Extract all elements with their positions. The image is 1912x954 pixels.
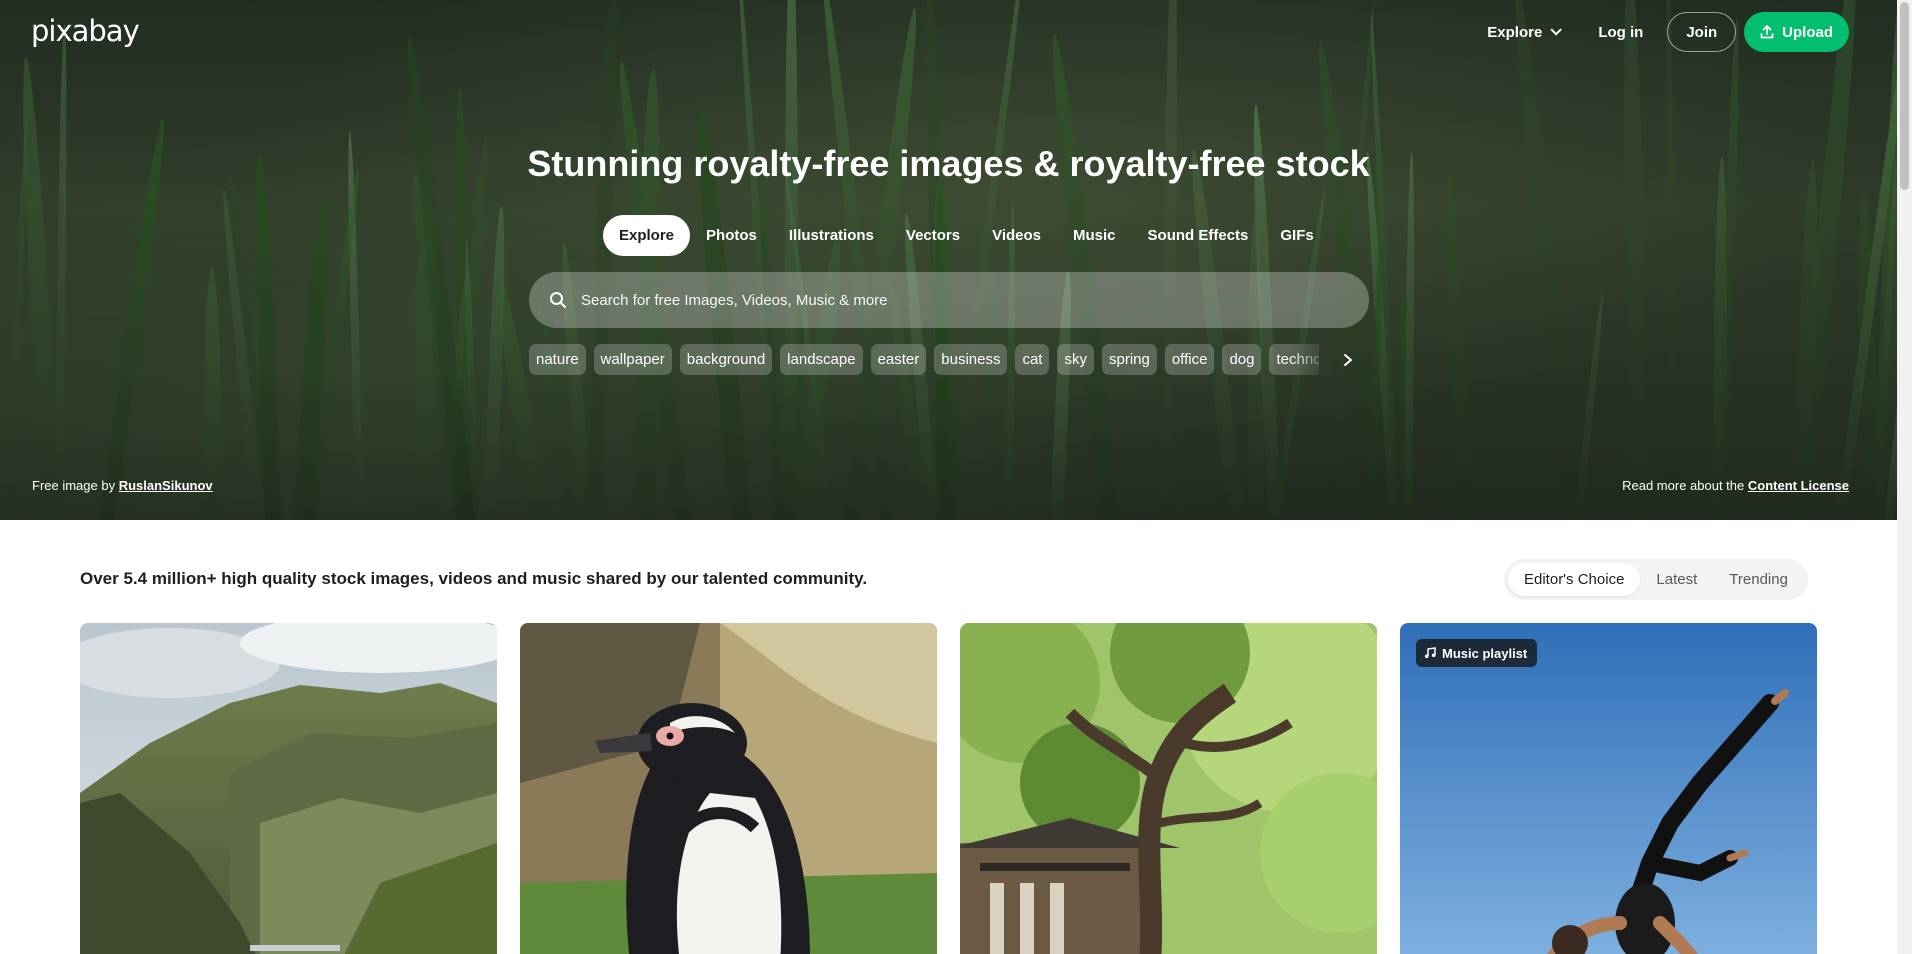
tab-videos[interactable]: Videos [976, 215, 1057, 256]
tab-gifs[interactable]: GIFs [1264, 215, 1329, 256]
sort-selector: Editor's Choice Latest Trending [1504, 559, 1808, 600]
login-link[interactable]: Log in [1582, 12, 1659, 52]
tags-fade [1290, 344, 1330, 375]
chevron-down-icon [1550, 24, 1563, 36]
tag-chip[interactable]: office [1164, 344, 1215, 375]
pixabay-logo[interactable]: pixabay [31, 14, 140, 48]
image-card-tree[interactable] [960, 623, 1377, 954]
scrollbar-thumb[interactable] [1900, 2, 1909, 190]
sort-latest[interactable]: Latest [1640, 563, 1713, 596]
music-note-icon [1424, 647, 1436, 659]
tag-chip[interactable]: landscape [780, 344, 863, 375]
yoga-photo [1400, 623, 1817, 954]
sort-editors-choice[interactable]: Editor's Choice [1508, 563, 1641, 596]
search-icon [549, 291, 567, 309]
search-bar[interactable] [529, 272, 1369, 328]
image-card-yoga[interactable]: Music playlist [1400, 623, 1817, 954]
tab-music[interactable]: Music [1057, 215, 1132, 256]
image-grid: Music playlist [80, 623, 1817, 954]
tag-chip[interactable]: business [934, 344, 1008, 375]
credit-prefix: Free image by [32, 478, 116, 493]
join-button[interactable]: Join [1667, 12, 1737, 52]
mountain-photo [80, 623, 497, 954]
tab-explore[interactable]: Explore [603, 215, 691, 256]
search-input[interactable] [581, 291, 1341, 309]
hero-banner: pixabay Explore Log in Join Upload Stunn… [0, 0, 1897, 520]
tab-vectors[interactable]: Vectors [890, 215, 976, 256]
tab-illustrations[interactable]: Illustrations [773, 215, 890, 256]
tag-chip[interactable]: sky [1057, 344, 1094, 375]
penguin-photo [520, 623, 937, 954]
tree-temple-photo [960, 623, 1377, 954]
license-note: Read more about the Content License [1622, 478, 1849, 493]
content-license-link[interactable]: Content License [1748, 478, 1849, 493]
credit-author-link[interactable]: RuslanSikunov [119, 478, 213, 493]
tag-chip[interactable]: dog [1222, 344, 1262, 375]
tag-chip[interactable]: spring [1101, 344, 1157, 375]
tag-chip[interactable]: cat [1015, 344, 1050, 375]
chevron-right-icon [1344, 354, 1352, 366]
suggested-tags: nature wallpaper background landscape ea… [529, 344, 1319, 375]
tab-sound-effects[interactable]: Sound Effects [1132, 215, 1265, 256]
media-type-tabs: Explore Photos Illustrations Vectors Vid… [603, 215, 1330, 256]
tab-photos[interactable]: Photos [690, 215, 773, 256]
tag-chip[interactable]: easter [870, 344, 927, 375]
hero-overlay [0, 0, 1897, 520]
image-credit: Free image by RuslanSikunov [32, 478, 213, 493]
music-playlist-label: Music playlist [1442, 645, 1528, 661]
tag-chip[interactable]: background [679, 344, 773, 375]
community-tagline: Over 5.4 million+ high quality stock ima… [80, 569, 868, 588]
upload-icon [1760, 25, 1774, 39]
upload-label: Upload [1782, 23, 1833, 41]
tag-chip[interactable]: nature [529, 344, 586, 375]
top-navigation: Explore Log in Join Upload [1471, 12, 1849, 52]
license-prefix: Read more about the [1622, 478, 1745, 493]
explore-menu-button[interactable]: Explore [1471, 12, 1574, 52]
page-scrollbar[interactable] [1897, 0, 1912, 954]
tag-chip[interactable]: wallpaper [593, 344, 672, 375]
image-card-mountain[interactable] [80, 623, 497, 954]
page-headline: Stunning royalty-free images & royalty-f… [527, 143, 1370, 184]
image-card-penguin[interactable] [520, 623, 937, 954]
upload-button[interactable]: Upload [1744, 12, 1849, 52]
tags-next-button[interactable] [1336, 348, 1360, 372]
sort-trending[interactable]: Trending [1713, 563, 1804, 596]
music-playlist-badge: Music playlist [1416, 639, 1538, 667]
explore-menu-label: Explore [1487, 23, 1543, 41]
